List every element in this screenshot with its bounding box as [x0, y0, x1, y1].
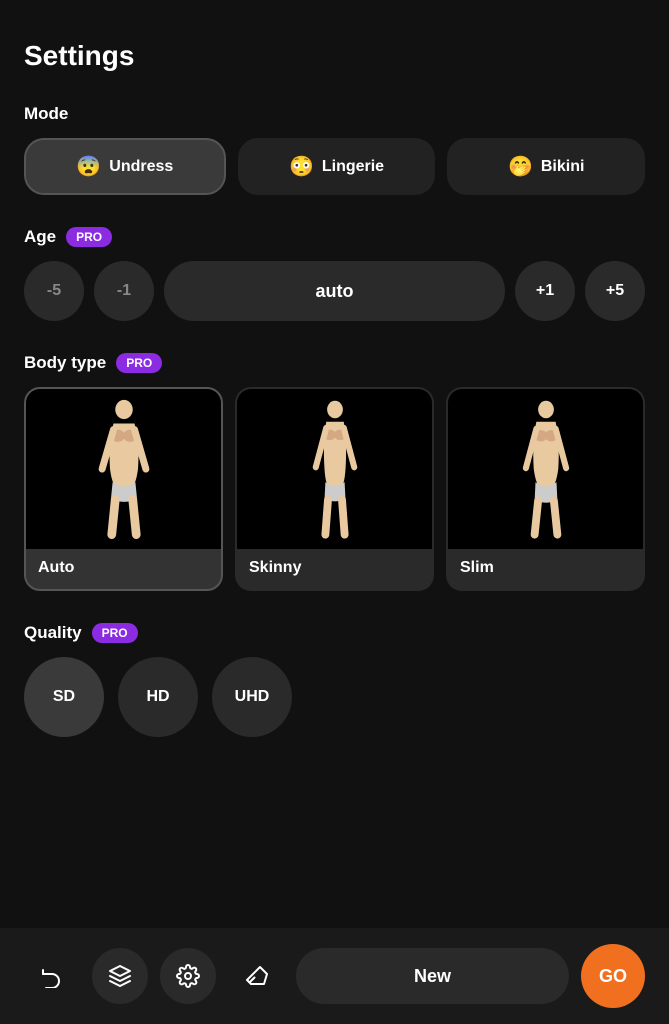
undress-emoji: 😨: [76, 154, 101, 179]
gear-button[interactable]: [160, 948, 216, 1004]
lingerie-emoji: 😳: [289, 154, 314, 179]
body-card-auto-img: [26, 389, 221, 549]
mode-btn-undress[interactable]: 😨 Undress: [24, 138, 226, 195]
new-button[interactable]: New: [296, 948, 569, 1004]
settings-page: Settings Mode 😨 Undress 😳 Lingerie 🤭 Bik…: [0, 0, 669, 897]
tag-button[interactable]: [92, 948, 148, 1004]
eraser-icon: [244, 964, 268, 988]
mode-btn-bikini[interactable]: 🤭 Bikini: [447, 138, 645, 195]
quality-pro-badge: PRO: [92, 623, 138, 643]
age-plus5-btn[interactable]: +5: [585, 261, 645, 321]
age-section-label: Age PRO: [24, 227, 645, 247]
eraser-button[interactable]: [228, 948, 284, 1004]
quality-btn-sd[interactable]: SD: [24, 657, 104, 737]
quality-btn-hd[interactable]: HD: [118, 657, 198, 737]
quality-btn-uhd[interactable]: UHD: [212, 657, 292, 737]
quality-section-label: Quality PRO: [24, 623, 645, 643]
body-card-auto-label: Auto: [26, 549, 221, 577]
bikini-emoji: 🤭: [508, 154, 533, 179]
age-minus5-btn[interactable]: -5: [24, 261, 84, 321]
page-title: Settings: [24, 40, 645, 72]
age-row: -5 -1 auto +1 +5: [24, 261, 645, 321]
mode-section-label: Mode: [24, 104, 645, 124]
age-pro-badge: PRO: [66, 227, 112, 247]
bottom-toolbar: New GO: [0, 928, 669, 1024]
body-card-auto[interactable]: Auto: [24, 387, 223, 591]
tag-icon: [108, 964, 132, 988]
undo-button[interactable]: [24, 948, 80, 1004]
body-type-row: Auto Skinny: [24, 387, 645, 591]
age-auto-btn[interactable]: auto: [164, 261, 505, 321]
go-button[interactable]: GO: [581, 944, 645, 1008]
body-type-section-label: Body type PRO: [24, 353, 645, 373]
body-type-pro-badge: PRO: [116, 353, 162, 373]
body-card-slim[interactable]: Slim: [446, 387, 645, 591]
body-card-skinny-label: Skinny: [237, 549, 432, 577]
undo-icon: [40, 964, 64, 988]
body-card-slim-img: [448, 389, 643, 549]
body-card-skinny-img: [237, 389, 432, 549]
age-plus1-btn[interactable]: +1: [515, 261, 575, 321]
mode-btn-lingerie[interactable]: 😳 Lingerie: [238, 138, 436, 195]
gear-icon: [176, 964, 200, 988]
body-card-slim-label: Slim: [448, 549, 643, 577]
body-card-skinny[interactable]: Skinny: [235, 387, 434, 591]
mode-options-row: 😨 Undress 😳 Lingerie 🤭 Bikini: [24, 138, 645, 195]
age-minus1-btn[interactable]: -1: [94, 261, 154, 321]
quality-row: SD HD UHD: [24, 657, 645, 737]
